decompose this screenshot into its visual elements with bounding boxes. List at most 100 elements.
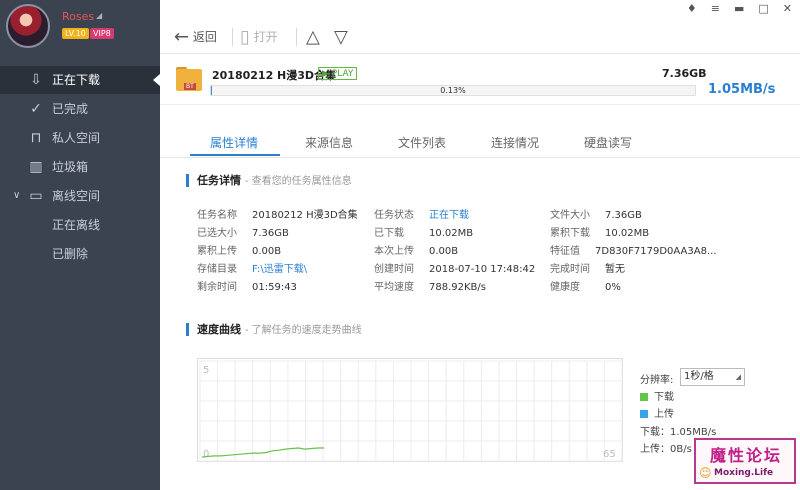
detail-tabs: 属性详情 来源信息 文件列表 连接情况 硬盘读写 bbox=[160, 106, 800, 158]
x-axis-right-label: 65 bbox=[603, 449, 616, 460]
watermark-site: Moxing.Life bbox=[714, 468, 774, 478]
tab-underline bbox=[190, 154, 280, 156]
field-avg-speed: 平均速度 788.92KB/s bbox=[374, 282, 486, 293]
close-icon[interactable]: ✕ bbox=[783, 2, 792, 16]
tab-properties[interactable]: 属性详情 bbox=[210, 134, 258, 151]
maximize-icon[interactable]: □ bbox=[758, 2, 768, 16]
task-size: 7.36GB bbox=[662, 67, 707, 80]
sidebar: Roses ◢ LV.10 VIP8 ⇩ 正在下载 ✓ 已完成 ⊓ 私人空间 ▥… bbox=[0, 0, 160, 490]
sidebar-item-label: 私人空间 bbox=[52, 131, 101, 145]
save-dir-link[interactable]: F:\迅雷下载\ bbox=[252, 264, 307, 275]
download-rate: 下载：1.05MB/s bbox=[640, 427, 717, 438]
tab-source[interactable]: 来源信息 bbox=[305, 134, 353, 151]
sidebar-item-label: 正在下载 bbox=[52, 73, 101, 87]
field-total-downloaded: 累积下载 10.02MB bbox=[550, 228, 650, 239]
sidebar-item-label: 已完成 bbox=[52, 102, 89, 116]
field-health: 健康度 0% bbox=[550, 282, 621, 293]
level-badge: LV.10 bbox=[62, 28, 89, 39]
caret-down-icon[interactable]: ◢ bbox=[96, 11, 102, 20]
trash-icon: ▥ bbox=[29, 159, 43, 175]
field-hash: 特征值 7D830F7179D0AA3A8... bbox=[550, 246, 717, 257]
sidebar-item-deleted[interactable]: 已删除 bbox=[0, 240, 160, 268]
tab-disk-io[interactable]: 硬盘读写 bbox=[584, 134, 632, 151]
username[interactable]: Roses bbox=[62, 10, 94, 23]
task-speed: 1.05MB/s bbox=[708, 82, 776, 97]
dropdown-arrow-icon: ◢ bbox=[735, 373, 741, 381]
legend-upload: 上传 bbox=[640, 405, 674, 420]
back-label: 返回 bbox=[192, 30, 217, 44]
toolbar-divider bbox=[232, 28, 233, 46]
open-label: 打开 bbox=[253, 30, 278, 44]
resolution-select[interactable]: 1秒/格 ◢ bbox=[680, 368, 745, 386]
sidebar-item-label: 已删除 bbox=[52, 247, 89, 261]
sidebar-item-label: 垃圾箱 bbox=[52, 160, 89, 174]
field-task-status: 任务状态 正在下载 bbox=[374, 210, 469, 221]
resolution-value: 1秒/格 bbox=[684, 371, 714, 382]
speed-heading: 速度曲线 - 了解任务的速度走势曲线 bbox=[186, 323, 362, 336]
bt-folder-icon: BT bbox=[176, 67, 204, 95]
open-button[interactable]: ▯ 打开 bbox=[240, 26, 278, 48]
field-task-name: 任务名称 20180212 H漫3D合集 bbox=[197, 210, 358, 221]
lock-icon: ⊓ bbox=[30, 130, 42, 146]
upload-rate: 上传：0B/s bbox=[640, 444, 692, 455]
move-down-button[interactable]: ▽ bbox=[334, 26, 348, 48]
field-downloaded: 已下载 10.02MB bbox=[374, 228, 474, 239]
sidebar-item-trash[interactable]: ▥ 垃圾箱 bbox=[0, 153, 160, 181]
legend-download-swatch bbox=[640, 393, 648, 401]
field-finish-time: 完成时间 暂无 bbox=[550, 264, 625, 275]
sidebar-item-offline-active[interactable]: 正在离线 bbox=[0, 211, 160, 239]
file-icon: ▯ bbox=[240, 26, 250, 48]
back-button[interactable]: ← 返回 bbox=[174, 26, 217, 48]
y-axis-bottom-label: 0 bbox=[203, 449, 209, 460]
avatar[interactable] bbox=[6, 4, 50, 48]
sidebar-item-label: 离线空间 bbox=[52, 189, 101, 203]
y-axis-top-label: 5 bbox=[203, 365, 209, 376]
sidebar-item-downloading[interactable]: ⇩ 正在下载 bbox=[0, 66, 160, 94]
legend-download: 下载 bbox=[640, 388, 674, 403]
skin-icon[interactable]: ♦ bbox=[687, 2, 697, 16]
chevron-down-icon[interactable]: ∨ bbox=[13, 182, 20, 210]
speed-chart: 5 0 65 bbox=[197, 358, 623, 462]
triangle-down-icon: ▽ bbox=[334, 26, 348, 48]
move-up-button[interactable]: △ bbox=[306, 26, 320, 48]
smiley-icon: ☺ bbox=[699, 466, 712, 480]
field-total-uploaded: 累积上传 0.00B bbox=[197, 246, 282, 257]
cloud-monitor-icon: ▭ bbox=[29, 188, 43, 204]
progress-text: 0.13% bbox=[440, 86, 466, 95]
sidebar-item-label: 正在离线 bbox=[52, 218, 101, 232]
watermark-title: 魔性论坛 bbox=[710, 446, 783, 465]
menu-icon[interactable]: ≡ bbox=[711, 2, 720, 16]
speed-chart-svg: 5 0 65 bbox=[199, 360, 623, 462]
details-heading: 任务详情 - 查看您的任务属性信息 bbox=[186, 174, 352, 187]
resolution-label: 分辨率: bbox=[640, 375, 674, 386]
field-remaining-time: 剩余时间 01:59:43 bbox=[197, 282, 297, 293]
field-session-uploaded: 本次上传 0.00B bbox=[374, 246, 459, 257]
triangle-up-icon: △ bbox=[306, 26, 320, 48]
tab-connections[interactable]: 连接情况 bbox=[491, 134, 539, 151]
tab-file-list[interactable]: 文件列表 bbox=[398, 134, 446, 151]
play-label: PLAY bbox=[331, 69, 354, 79]
window-controls: ♦ ≡ ▬ □ ✕ bbox=[687, 2, 792, 16]
field-save-dir: 存储目录 F:\迅雷下载\ bbox=[197, 264, 308, 275]
speed-title: 速度曲线 bbox=[197, 323, 241, 336]
check-circle-icon: ✓ bbox=[30, 101, 42, 117]
field-selected-size: 已选大小 7.36GB bbox=[197, 228, 289, 239]
field-created-time: 创建时间 2018-07-10 17:48:42 bbox=[374, 264, 536, 275]
arrow-left-icon: ← bbox=[174, 26, 190, 48]
download-icon: ⇩ bbox=[30, 72, 42, 88]
watermark-logo: 魔性论坛 ☺ Moxing.Life bbox=[694, 438, 796, 484]
speed-subtitle: - 了解任务的速度走势曲线 bbox=[244, 325, 362, 336]
user-profile: Roses ◢ LV.10 VIP8 bbox=[0, 0, 160, 62]
legend-upload-swatch bbox=[640, 410, 648, 418]
sidebar-item-private-space[interactable]: ⊓ 私人空间 bbox=[0, 124, 160, 152]
sidebar-item-offline-space[interactable]: ∨ ▭ 离线空间 bbox=[0, 182, 160, 210]
sidebar-item-completed[interactable]: ✓ 已完成 bbox=[0, 95, 160, 123]
details-subtitle: - 查看您的任务属性信息 bbox=[244, 176, 352, 187]
details-title: 任务详情 bbox=[197, 174, 241, 187]
task-row[interactable]: BT 20180212 H漫3D合集 ▶ PLAY 7.36GB 0.13% 1… bbox=[160, 55, 800, 105]
field-file-size: 文件大小 7.36GB bbox=[550, 210, 642, 221]
vip-badge: VIP8 bbox=[90, 28, 114, 39]
minimize-icon[interactable]: ▬ bbox=[734, 2, 744, 16]
toolbar-divider bbox=[296, 28, 297, 46]
play-button[interactable]: ▶ PLAY bbox=[318, 67, 358, 80]
